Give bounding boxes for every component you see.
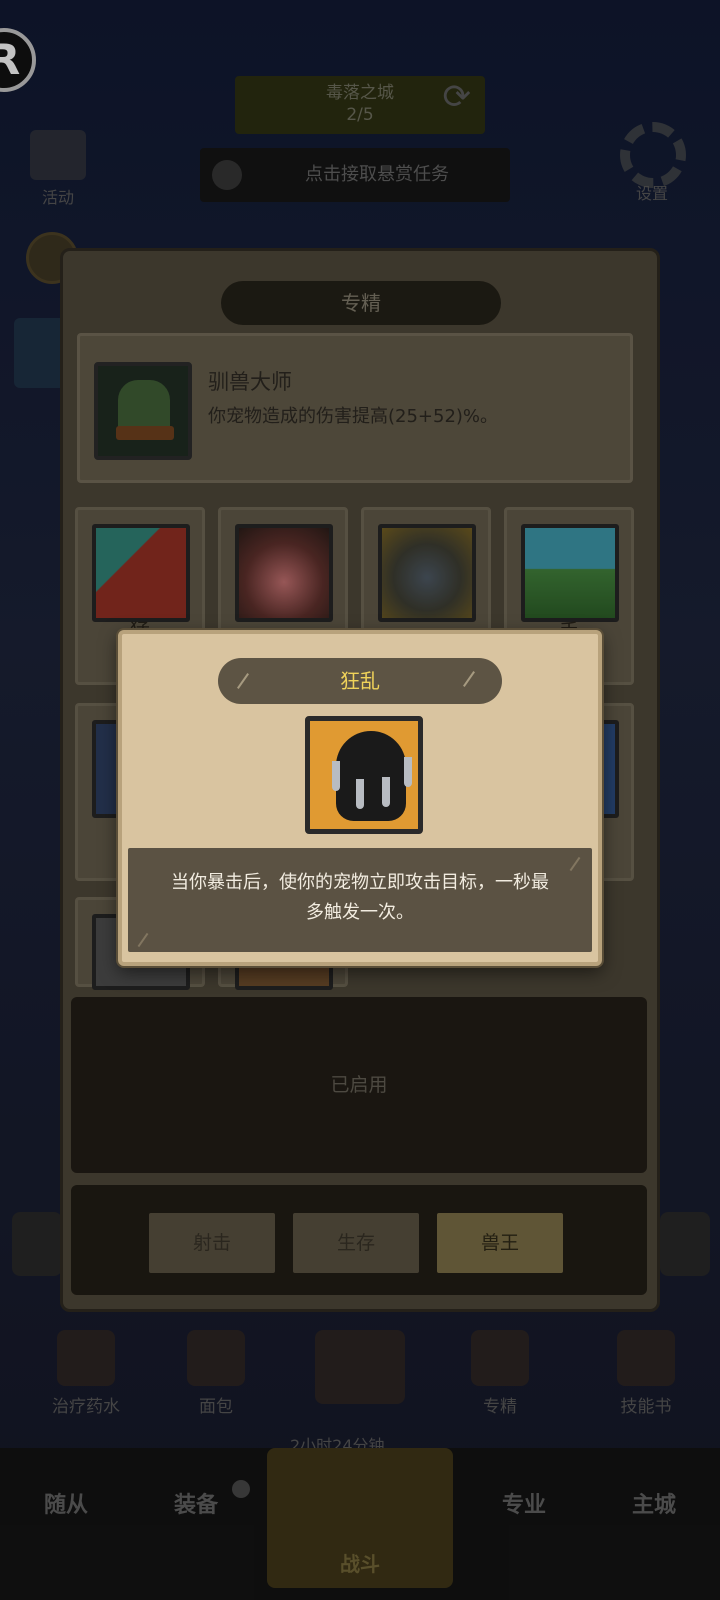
frenzy-claw-icon bbox=[305, 716, 423, 834]
popup-title: 狂乱 bbox=[218, 658, 502, 704]
popup-desc-line1: 当你暴击后，使你的宠物立即攻击目标，一秒最 bbox=[171, 872, 549, 893]
popup-title-text: 狂乱 bbox=[340, 669, 380, 693]
popup-description: 当你暴击后，使你的宠物立即攻击目标，一秒最 多触发一次。 bbox=[128, 848, 592, 952]
popup-desc-line2: 多触发一次。 bbox=[306, 902, 414, 923]
skill-detail-popup: 狂乱 当你暴击后，使你的宠物立即攻击目标，一秒最 多触发一次。 bbox=[118, 630, 602, 966]
